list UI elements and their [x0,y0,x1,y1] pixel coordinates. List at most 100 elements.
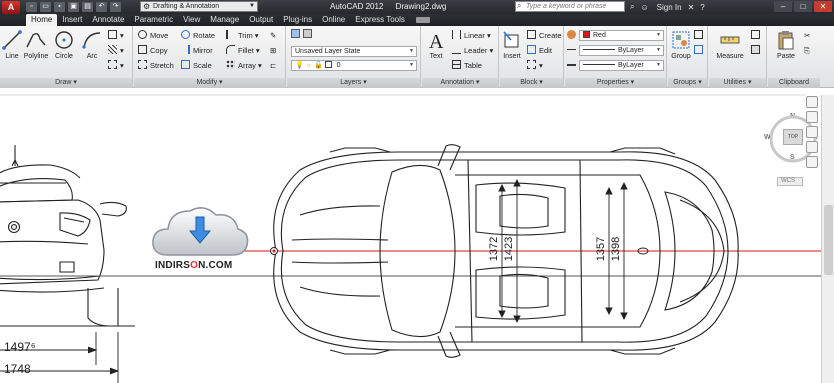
leader-button[interactable]: Leader ▾ [452,45,493,57]
panel-title-properties[interactable]: Properties ▾ [565,78,666,88]
linear-dimension-button[interactable]: Linear ▾ [452,30,491,42]
rectangle-icon[interactable]: ▾ [108,30,124,42]
panel-title-annotation[interactable]: Annotation ▾ [422,78,498,88]
maximize-button[interactable]: □ [794,1,812,12]
sign-in-link[interactable]: Sign In [657,3,682,12]
help-icon[interactable]: ? [700,3,704,12]
mirror-button[interactable]: Mirror [181,45,213,57]
arc-icon [82,32,101,49]
open-icon[interactable]: ▭ [40,2,51,12]
tab-parametric[interactable]: Parametric [129,14,178,26]
polyline-button[interactable]: Polyline [22,29,50,60]
panel-title-block[interactable]: Block ▾ [500,78,563,88]
exchange-icon[interactable]: ✕ [688,3,695,12]
move-button[interactable]: Move [138,30,168,42]
paste-button[interactable]: Paste [774,29,798,60]
table-button[interactable]: Table [452,60,482,72]
scale-button[interactable]: Scale [181,60,212,72]
measure-button[interactable]: Measure [713,29,747,60]
tab-annotate[interactable]: Annotate [87,14,129,26]
linetype-dropdown[interactable]: ByLayer ▼ [579,45,664,56]
ribbon-toggle-icon[interactable] [415,17,430,23]
arc-button[interactable]: Arc [80,29,104,60]
linetype-icon[interactable] [567,45,579,57]
tab-insert[interactable]: Insert [57,14,87,26]
undo-icon[interactable]: ↶ [96,2,107,12]
drawing-canvas[interactable] [0,89,834,383]
insert-button[interactable]: Insert [501,29,523,60]
panel-title-modify[interactable]: Modify ▾ [134,78,285,88]
search-icon[interactable]: ⌕ [630,2,634,12]
panel-title-utilities[interactable]: Utilities ▾ [709,78,766,88]
color-dropdown[interactable]: Red ▼ [579,30,664,41]
line-button[interactable]: Line [0,29,24,60]
hatch-icon[interactable]: ▾ [108,45,124,57]
layer-properties-icon[interactable] [291,29,303,41]
application-menu-button[interactable]: A [2,1,20,14]
keyword-search-input[interactable]: ⌕ Type a keyword or phrase [515,1,625,12]
pan-icon[interactable] [806,111,818,123]
match-properties-icon[interactable] [567,30,579,42]
redo-icon[interactable]: ↷ [110,2,121,12]
create-block-button[interactable]: Create [527,30,562,42]
lineweight-icon[interactable] [567,60,579,72]
showmotion-icon[interactable] [806,156,818,168]
zoom-icon[interactable] [806,126,818,138]
offset-icon[interactable]: ⊏ [270,60,276,72]
block-attribute-icon[interactable]: ▾ [527,60,543,72]
orbit-icon[interactable] [806,141,818,153]
layer-dropdown[interactable]: 💡 ☼ 🔓 0 ▼ [291,60,417,71]
panel-title-layers[interactable]: Layers ▾ [287,78,420,88]
tab-home[interactable]: Home [26,14,58,26]
steering-wheel-icon[interactable] [806,96,818,108]
minimize-button[interactable]: – [774,1,792,12]
panel-title-draw[interactable]: Draw ▾ [0,78,132,88]
group-edit-icon[interactable] [694,45,706,57]
ribbon: Line Polyline Circle Arc ▾ ▾ ▾ Draw ▾ Mo… [0,26,834,88]
layer-stack-icon[interactable] [303,29,315,41]
copy-clip-icon[interactable]: ⎘ [804,45,810,57]
lineweight-dropdown[interactable]: ByLayer ▼ [579,60,664,71]
scrollbar-thumb[interactable] [824,205,833,275]
layer-state-dropdown[interactable]: Unsaved Layer State ▼ [291,46,417,57]
save-icon[interactable]: ▪ [54,2,65,12]
panel-title-groups[interactable]: Groups ▾ [668,78,707,88]
text-button[interactable]: A Text [424,29,448,60]
panel-title-clipboard[interactable]: Clipboard [768,78,820,88]
tab-view[interactable]: View [178,14,205,26]
wcs-menu[interactable]: WCS [777,177,803,186]
print-icon[interactable]: ▤ [82,2,93,12]
ungroup-icon[interactable] [694,30,706,42]
tab-express-tools[interactable]: Express Tools [350,14,410,26]
copy-button[interactable]: Copy [138,45,168,57]
cut-icon[interactable]: ✂ [804,30,810,42]
workspace-dropdown[interactable]: ⚙ Drafting & Annotation ▼ [140,1,258,12]
group-button[interactable]: Group [670,29,692,60]
calculator-icon[interactable] [751,45,763,57]
trim-button[interactable]: Trim ▾ [226,30,259,42]
fillet-button[interactable]: Fillet ▾ [226,45,260,57]
app-name: AutoCAD 2012 [330,2,384,11]
region-icon[interactable]: ▾ [108,60,124,72]
array-button[interactable]: Array ▾ [226,60,262,72]
tab-online[interactable]: Online [317,14,350,26]
tab-output[interactable]: Output [244,14,278,26]
copy-icon [138,45,147,54]
explode-icon[interactable]: ⊞ [270,45,276,57]
edit-block-button[interactable]: Edit [527,45,552,57]
vertical-scrollbar[interactable] [821,95,834,383]
leader-icon [452,45,461,54]
circle-button[interactable]: Circle [52,29,76,60]
stretch-button[interactable]: Stretch [138,60,174,72]
dimension-label-1423: 1423 [503,236,516,262]
rotate-button[interactable]: Rotate [181,30,215,42]
gear-icon: ⚙ [143,2,151,11]
quick-select-icon[interactable] [751,30,763,42]
tab-manage[interactable]: Manage [205,14,244,26]
erase-icon[interactable]: ✎ [270,30,276,42]
tab-plug-ins[interactable]: Plug-ins [278,14,317,26]
new-icon[interactable]: ▫ [26,2,37,12]
close-button[interactable]: ✕ [814,1,832,12]
user-icon[interactable]: ☺ [640,3,648,12]
save-as-icon[interactable]: ▣ [68,2,79,12]
